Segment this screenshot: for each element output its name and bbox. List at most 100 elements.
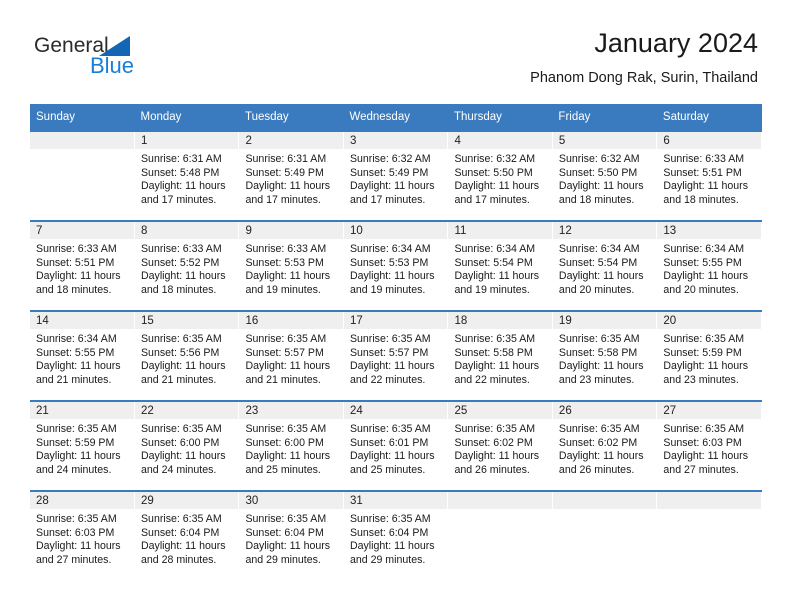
sunset-text: Sunset: 6:00 PM bbox=[245, 436, 324, 449]
day-cell-inner: 25 Sunrise: 6:35 AM Sunset: 6:02 PM Dayligh… bbox=[448, 402, 552, 490]
calendar-day-cell[interactable]: 14 Sunrise: 6:34 AM Sunset: 5:55 PM Dayligh… bbox=[30, 310, 135, 401]
weekday-header-thursday: Thursday bbox=[447, 104, 553, 131]
sunrise-text: Sunrise: 6:34 AM bbox=[558, 243, 640, 255]
sunset-text: Sunset: 6:04 PM bbox=[349, 526, 429, 539]
calendar-day-cell[interactable]: 27 Sunrise: 6:35 AM Sunset: 6:03 PM Dayligh… bbox=[656, 400, 762, 491]
daylight-text-line2: and 17 minutes. bbox=[140, 193, 217, 206]
sunset-text: Sunset: 5:49 PM bbox=[349, 166, 429, 179]
calendar-day-cell[interactable]: 2 Sunrise: 6:31 AM Sunset: 5:49 PM Daylight… bbox=[238, 130, 344, 221]
calendar-day-cell[interactable]: 20 Sunrise: 6:35 AM Sunset: 5:59 PM Dayligh… bbox=[656, 310, 762, 401]
sunset-text: Sunset: 5:49 PM bbox=[245, 166, 324, 179]
calendar-day-cell[interactable]: 15 Sunrise: 6:35 AM Sunset: 5:56 PM Dayligh… bbox=[134, 310, 240, 401]
calendar-day-cell[interactable]: 21 Sunrise: 6:35 AM Sunset: 5:59 PM Dayligh… bbox=[30, 400, 135, 491]
calendar-day-cell[interactable]: 1 Sunrise: 6:31 AM Sunset: 5:48 PM Daylight… bbox=[134, 130, 240, 221]
day-cell-inner: 15 Sunrise: 6:35 AM Sunset: 5:56 PM Dayligh… bbox=[134, 312, 239, 400]
day-cell-inner: 5 Sunrise: 6:32 AM Sunset: 5:50 PM Daylight… bbox=[552, 132, 657, 220]
daylight-text-line2: and 18 minutes. bbox=[558, 193, 635, 206]
calendar-day-cell[interactable]: 31 Sunrise: 6:35 AM Sunset: 6:04 PM Dayligh… bbox=[343, 490, 449, 580]
day-cell-inner: 11 Sunrise: 6:34 AM Sunset: 5:54 PM Dayligh… bbox=[448, 222, 552, 310]
page-title: January 2024 bbox=[594, 28, 758, 58]
day-cell-inner: 27 Sunrise: 6:35 AM Sunset: 6:03 PM Dayligh… bbox=[657, 402, 761, 490]
day-details: Sunrise: 6:35 AM Sunset: 6:01 PM Daylight:… bbox=[344, 419, 447, 477]
calendar-day-cell[interactable]: 19 Sunrise: 6:35 AM Sunset: 5:58 PM Dayligh… bbox=[552, 310, 658, 401]
day-number: 18 bbox=[448, 312, 552, 329]
daylight-text-line1: Daylight: 11 hours bbox=[663, 450, 749, 463]
sunrise-text: Sunrise: 6:35 AM bbox=[349, 513, 431, 525]
sunrise-text: Sunrise: 6:33 AM bbox=[245, 243, 327, 255]
day-number: 24 bbox=[343, 402, 448, 419]
calendar-day-cell[interactable]: 28 Sunrise: 6:35 AM Sunset: 6:03 PM Dayligh… bbox=[30, 490, 135, 580]
calendar-day-cell[interactable]: 7 Sunrise: 6:33 AM Sunset: 5:51 PM Daylight… bbox=[30, 220, 135, 311]
day-cell-inner: 16 Sunrise: 6:35 AM Sunset: 5:57 PM Dayligh… bbox=[239, 312, 343, 400]
sunrise-text: Sunrise: 6:31 AM bbox=[245, 153, 327, 165]
day-details: Sunrise: 6:35 AM Sunset: 5:57 PM Daylight:… bbox=[344, 329, 447, 387]
sunrise-text: Sunrise: 6:35 AM bbox=[349, 423, 431, 435]
day-details: Sunrise: 6:34 AM Sunset: 5:55 PM Daylight:… bbox=[30, 329, 134, 387]
day-cell-inner: 4 Sunrise: 6:32 AM Sunset: 5:50 PM Daylight… bbox=[448, 132, 552, 220]
daylight-text-line1: Daylight: 11 hours bbox=[454, 360, 540, 373]
calendar-day-cell[interactable]: 9 Sunrise: 6:33 AM Sunset: 5:53 PM Daylight… bbox=[238, 220, 344, 311]
sunset-text: Sunset: 5:53 PM bbox=[245, 256, 324, 269]
calendar-day-cell[interactable]: 12 Sunrise: 6:34 AM Sunset: 5:54 PM Dayligh… bbox=[552, 220, 658, 311]
daylight-text-line2: and 19 minutes. bbox=[454, 283, 530, 296]
day-details bbox=[30, 149, 134, 153]
daylight-text-line2: and 27 minutes. bbox=[36, 553, 112, 566]
sunset-text: Sunset: 6:01 PM bbox=[349, 436, 429, 449]
calendar-day-cell[interactable]: 10 Sunrise: 6:34 AM Sunset: 5:53 PM Dayligh… bbox=[343, 220, 449, 311]
day-details: Sunrise: 6:31 AM Sunset: 5:48 PM Daylight:… bbox=[135, 149, 238, 207]
daylight-text-line2: and 18 minutes. bbox=[140, 283, 217, 296]
sunset-text: Sunset: 5:56 PM bbox=[140, 346, 220, 359]
sunrise-text: Sunrise: 6:33 AM bbox=[36, 243, 117, 255]
calendar-day-cell[interactable]: 22 Sunrise: 6:35 AM Sunset: 6:00 PM Dayligh… bbox=[134, 400, 240, 491]
calendar-day-cell[interactable]: 23 Sunrise: 6:35 AM Sunset: 6:00 PM Dayligh… bbox=[238, 400, 344, 491]
day-details: Sunrise: 6:34 AM Sunset: 5:54 PM Daylight:… bbox=[448, 239, 551, 297]
calendar-day-cell[interactable]: 11 Sunrise: 6:34 AM Sunset: 5:54 PM Dayligh… bbox=[447, 220, 553, 311]
calendar-day-cell[interactable]: 5 Sunrise: 6:32 AM Sunset: 5:50 PM Daylight… bbox=[552, 130, 658, 221]
calendar-day-cell-empty bbox=[552, 490, 658, 580]
sunrise-text: Sunrise: 6:35 AM bbox=[140, 423, 222, 435]
daylight-text-line2: and 26 minutes. bbox=[454, 463, 530, 476]
calendar-day-cell[interactable]: 17 Sunrise: 6:35 AM Sunset: 5:57 PM Dayligh… bbox=[343, 310, 449, 401]
daylight-text-line1: Daylight: 11 hours bbox=[349, 270, 435, 283]
weekday-header-sunday: Sunday bbox=[30, 104, 135, 131]
day-details: Sunrise: 6:35 AM Sunset: 6:02 PM Daylight:… bbox=[448, 419, 551, 477]
calendar-day-cell[interactable]: 26 Sunrise: 6:35 AM Sunset: 6:02 PM Dayligh… bbox=[552, 400, 658, 491]
generalblue-logo[interactable]: General Blue bbox=[34, 34, 244, 90]
daylight-text-line1: Daylight: 11 hours bbox=[245, 450, 331, 463]
sunrise-text: Sunrise: 6:35 AM bbox=[140, 333, 222, 345]
calendar-day-cell[interactable]: 30 Sunrise: 6:35 AM Sunset: 6:04 PM Dayligh… bbox=[238, 490, 344, 580]
calendar-day-cell[interactable]: 16 Sunrise: 6:35 AM Sunset: 5:57 PM Dayligh… bbox=[238, 310, 344, 401]
day-cell-inner bbox=[448, 492, 552, 580]
day-number: 31 bbox=[343, 492, 448, 509]
calendar-day-cell[interactable]: 8 Sunrise: 6:33 AM Sunset: 5:52 PM Daylight… bbox=[134, 220, 240, 311]
calendar-day-cell[interactable]: 3 Sunrise: 6:32 AM Sunset: 5:49 PM Daylight… bbox=[343, 130, 449, 221]
sunset-text: Sunset: 5:51 PM bbox=[36, 256, 115, 269]
day-number: 6 bbox=[657, 132, 761, 149]
day-number: 30 bbox=[239, 492, 343, 509]
sunrise-text: Sunrise: 6:34 AM bbox=[663, 243, 745, 255]
day-details: Sunrise: 6:35 AM Sunset: 6:04 PM Daylight:… bbox=[239, 509, 342, 567]
sunrise-text: Sunrise: 6:33 AM bbox=[140, 243, 222, 255]
calendar-day-cell[interactable]: 18 Sunrise: 6:35 AM Sunset: 5:58 PM Dayligh… bbox=[447, 310, 553, 401]
calendar-day-cell[interactable]: 25 Sunrise: 6:35 AM Sunset: 6:02 PM Dayligh… bbox=[447, 400, 553, 491]
sunrise-text: Sunrise: 6:35 AM bbox=[36, 423, 117, 435]
daylight-text-line1: Daylight: 11 hours bbox=[349, 180, 435, 193]
day-details: Sunrise: 6:33 AM Sunset: 5:51 PM Daylight:… bbox=[657, 149, 761, 207]
daylight-text-line1: Daylight: 11 hours bbox=[140, 180, 226, 193]
sunset-text: Sunset: 5:51 PM bbox=[663, 166, 742, 179]
day-number bbox=[30, 132, 134, 149]
calendar-table: Sunday Monday Tuesday Wednesday Thursday… bbox=[30, 104, 762, 580]
day-number: 22 bbox=[134, 402, 239, 419]
daylight-text-line2: and 18 minutes. bbox=[36, 283, 112, 296]
calendar-day-cell[interactable]: 4 Sunrise: 6:32 AM Sunset: 5:50 PM Daylight… bbox=[447, 130, 553, 221]
calendar-day-cell[interactable]: 24 Sunrise: 6:35 AM Sunset: 6:01 PM Dayligh… bbox=[343, 400, 449, 491]
calendar-day-cell[interactable]: 6 Sunrise: 6:33 AM Sunset: 5:51 PM Daylight… bbox=[656, 130, 762, 221]
calendar-day-cell[interactable]: 13 Sunrise: 6:34 AM Sunset: 5:55 PM Dayligh… bbox=[656, 220, 762, 311]
day-cell-inner: 31 Sunrise: 6:35 AM Sunset: 6:04 PM Dayligh… bbox=[343, 492, 448, 580]
sunset-text: Sunset: 5:59 PM bbox=[663, 346, 742, 359]
calendar-day-cell[interactable]: 29 Sunrise: 6:35 AM Sunset: 6:04 PM Dayligh… bbox=[134, 490, 240, 580]
daylight-text-line1: Daylight: 11 hours bbox=[454, 180, 540, 193]
daylight-text-line2: and 24 minutes. bbox=[140, 463, 217, 476]
day-details: Sunrise: 6:35 AM Sunset: 6:02 PM Daylight:… bbox=[553, 419, 656, 477]
daylight-text-line2: and 23 minutes. bbox=[558, 373, 635, 386]
